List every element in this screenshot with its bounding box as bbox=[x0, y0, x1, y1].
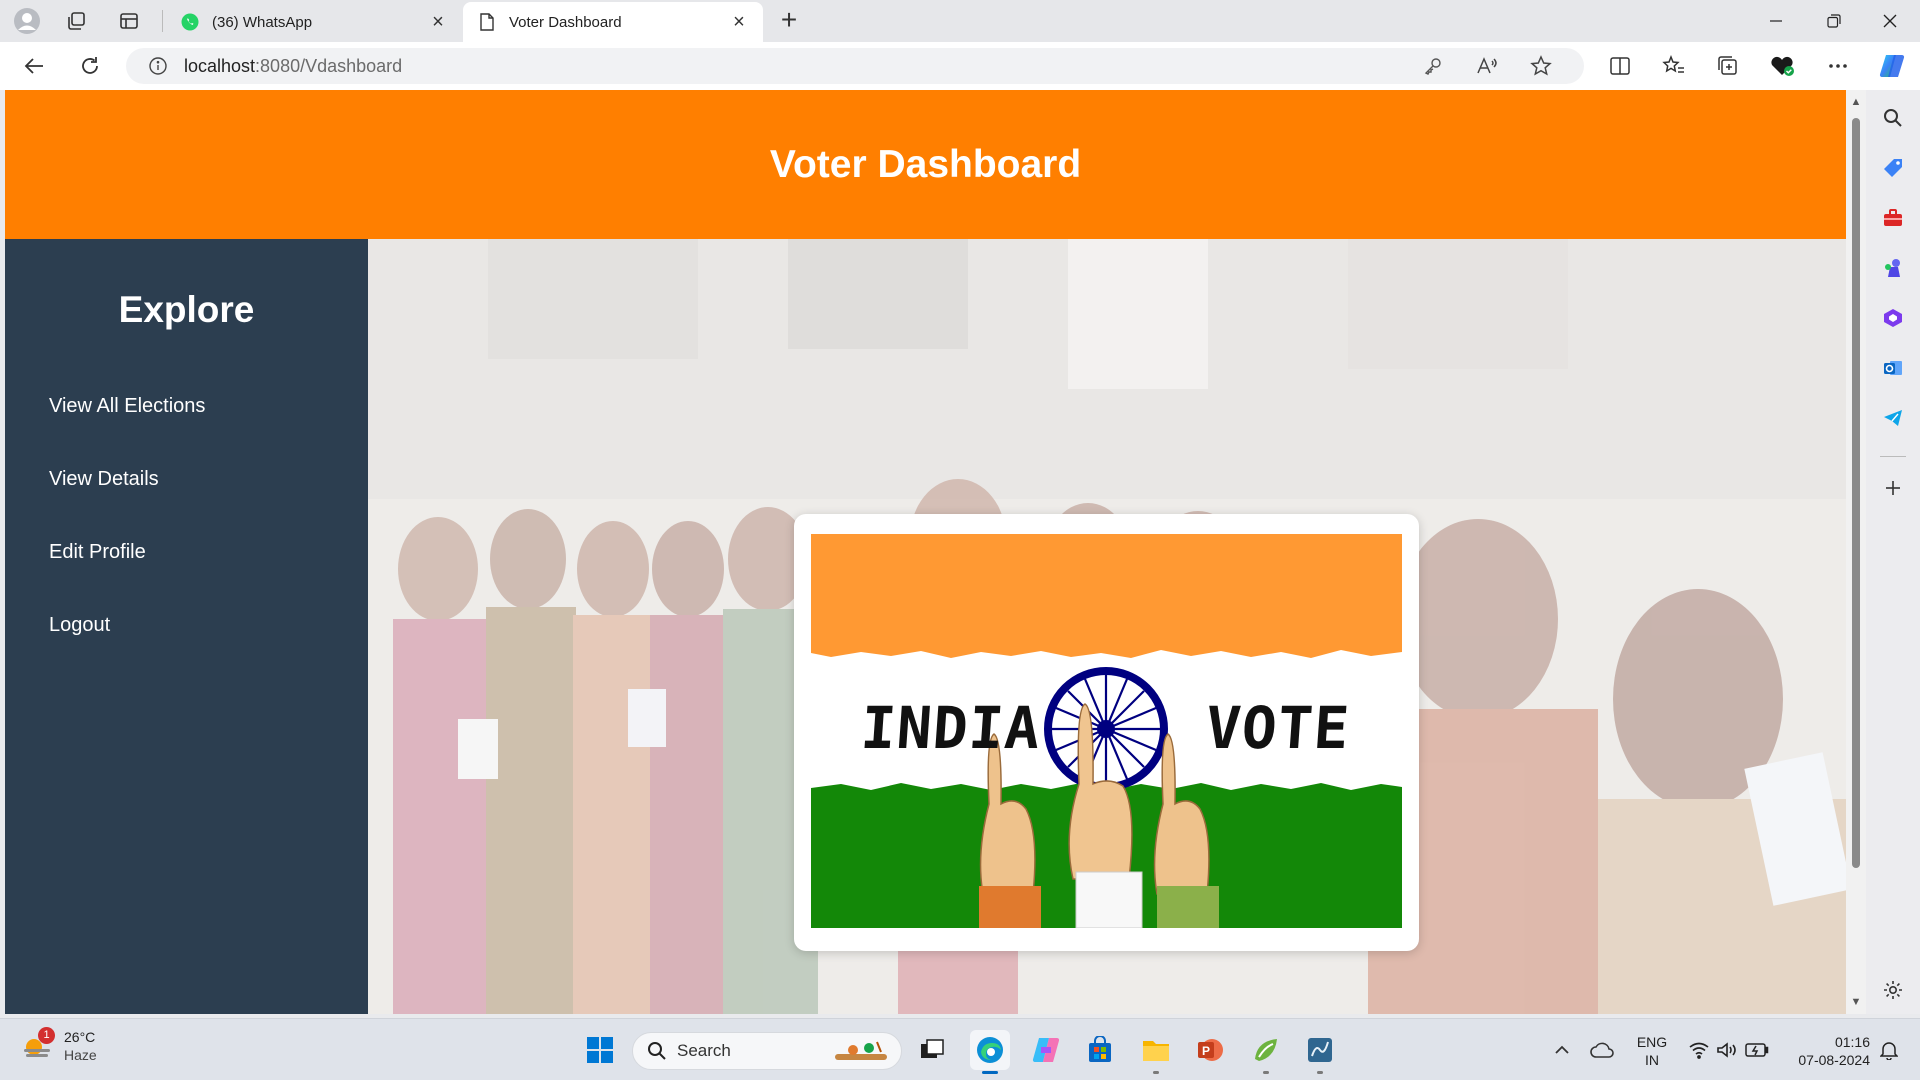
password-key-icon[interactable] bbox=[1418, 52, 1448, 80]
close-window-button[interactable] bbox=[1862, 0, 1918, 42]
workspaces-icon[interactable] bbox=[56, 6, 98, 36]
running-app-indicator bbox=[1263, 1071, 1269, 1074]
browser-toolbar: localhost:8080/Vdashboard bbox=[0, 42, 1920, 90]
address-bar[interactable]: localhost:8080/Vdashboard bbox=[126, 48, 1584, 84]
edge-sidebar bbox=[1866, 90, 1920, 1014]
start-button[interactable] bbox=[580, 1030, 620, 1070]
url-path: :8080/Vdashboard bbox=[255, 55, 403, 76]
tab-divider bbox=[162, 10, 163, 32]
india-vote-image: INDIA VOTE bbox=[811, 534, 1402, 928]
profile-icon[interactable] bbox=[6, 6, 48, 36]
sidebar-link-view-details[interactable]: View Details bbox=[49, 468, 159, 491]
sidebar-link-edit-profile[interactable]: Edit Profile bbox=[49, 541, 146, 564]
refresh-button[interactable] bbox=[74, 51, 106, 81]
close-tab-icon[interactable]: × bbox=[428, 11, 448, 34]
telegram-send-icon[interactable] bbox=[1879, 404, 1907, 432]
onedrive-cloud-icon[interactable] bbox=[1584, 1030, 1620, 1070]
weather-icon: 1 bbox=[20, 1027, 55, 1063]
url-host: localhost bbox=[184, 55, 256, 76]
clock-time: 01:16 bbox=[1834, 1034, 1870, 1050]
running-app-indicator bbox=[1153, 1071, 1159, 1074]
language-code: ENG bbox=[1636, 1034, 1668, 1050]
page-title: Voter Dashboard bbox=[769, 142, 1082, 186]
clock[interactable]: 01:16 07-08-2024 bbox=[1778, 1033, 1870, 1069]
vote-word: VOTE bbox=[1203, 694, 1353, 762]
tab-whatsapp[interactable]: (36) WhatsApp × bbox=[166, 2, 462, 42]
browser-essentials-icon[interactable] bbox=[1766, 51, 1798, 81]
back-button[interactable] bbox=[18, 51, 50, 81]
favorites-icon[interactable] bbox=[1658, 51, 1690, 81]
clock-date: 07-08-2024 bbox=[1798, 1052, 1870, 1068]
restore-button[interactable] bbox=[1806, 0, 1862, 42]
weather-alert-badge: 1 bbox=[38, 1027, 55, 1044]
copilot-taskbar-icon[interactable] bbox=[1026, 1030, 1066, 1070]
close-tab-icon[interactable]: × bbox=[729, 11, 749, 34]
microsoft-store-icon[interactable] bbox=[1080, 1030, 1120, 1070]
input-language-indicator[interactable]: ENG IN bbox=[1632, 1033, 1672, 1069]
sidebar-divider bbox=[1880, 456, 1906, 457]
collections-icon[interactable] bbox=[1712, 51, 1744, 81]
whatsapp-icon bbox=[180, 12, 200, 32]
running-app-indicator bbox=[1317, 1071, 1323, 1074]
search-placeholder: Search bbox=[677, 1041, 731, 1060]
new-tab-button[interactable]: + bbox=[774, 6, 804, 36]
read-aloud-icon[interactable] bbox=[1472, 52, 1502, 80]
region-code: IN bbox=[1645, 1052, 1659, 1068]
spring-tool-suite-icon[interactable] bbox=[1246, 1030, 1286, 1074]
sidebar: Explore View All Elections View Details … bbox=[5, 239, 368, 1014]
tab-title: (36) WhatsApp bbox=[212, 13, 313, 31]
copilot-icon[interactable] bbox=[1876, 51, 1908, 81]
file-explorer-icon[interactable] bbox=[1136, 1030, 1176, 1074]
url-text[interactable]: localhost:8080/Vdashboard bbox=[184, 56, 402, 77]
weather-widget[interactable]: 1 26°C Haze bbox=[20, 1027, 97, 1063]
scroll-up-arrow-icon[interactable]: ▲ bbox=[1850, 96, 1862, 108]
mysql-workbench-icon[interactable] bbox=[1300, 1030, 1340, 1074]
page-header: Voter Dashboard bbox=[5, 90, 1846, 239]
settings-gear-icon[interactable] bbox=[1879, 976, 1907, 1004]
more-options-icon[interactable] bbox=[1822, 51, 1854, 81]
main-content: INDIA VOTE bbox=[368, 239, 1846, 1014]
volume-icon[interactable] bbox=[1712, 1030, 1742, 1070]
shopping-tag-icon[interactable] bbox=[1879, 154, 1907, 182]
scroll-down-arrow-icon[interactable]: ▼ bbox=[1850, 996, 1862, 1008]
sidebar-link-view-all-elections[interactable]: View All Elections bbox=[49, 395, 205, 418]
windows-taskbar: 1 26°C Haze Search P ENG IN 01:16 07-08-… bbox=[0, 1018, 1920, 1080]
india-word: INDIA bbox=[858, 694, 1043, 762]
weather-temperature: 26°C bbox=[64, 1029, 96, 1045]
edge-browser-taskbar-icon[interactable] bbox=[970, 1030, 1010, 1074]
games-icon[interactable] bbox=[1879, 254, 1907, 282]
tab-title: Voter Dashboard bbox=[509, 13, 622, 31]
tab-voter-dashboard[interactable]: Voter Dashboard × bbox=[463, 2, 763, 42]
split-screen-icon[interactable] bbox=[1604, 51, 1636, 81]
vertical-tabs-icon[interactable] bbox=[108, 6, 150, 36]
search-icon bbox=[648, 1042, 666, 1060]
svg-text:P: P bbox=[1202, 1044, 1210, 1058]
sidebar-link-logout[interactable]: Logout bbox=[49, 614, 110, 637]
task-view-icon[interactable] bbox=[912, 1030, 952, 1070]
notification-bell-icon[interactable] bbox=[1874, 1030, 1904, 1070]
page-viewport: Voter Dashboard Explore View All Electio… bbox=[5, 90, 1846, 1014]
battery-icon[interactable] bbox=[1742, 1030, 1772, 1070]
search-icon[interactable] bbox=[1879, 104, 1907, 132]
powerpoint-icon[interactable]: P bbox=[1190, 1030, 1230, 1070]
page-icon bbox=[477, 12, 497, 32]
minimize-button[interactable] bbox=[1748, 0, 1804, 42]
favorite-star-icon[interactable] bbox=[1526, 52, 1556, 80]
weather-description: Haze bbox=[64, 1047, 97, 1063]
tools-briefcase-icon[interactable] bbox=[1879, 204, 1907, 232]
scrollbar-thumb[interactable] bbox=[1852, 118, 1860, 868]
microsoft-365-icon[interactable] bbox=[1879, 304, 1907, 332]
active-app-indicator bbox=[982, 1071, 998, 1074]
sidebar-heading: Explore bbox=[118, 289, 255, 330]
show-hidden-icons-chevron-icon[interactable] bbox=[1550, 1030, 1574, 1070]
taskbar-search-box[interactable]: Search bbox=[632, 1032, 902, 1070]
browser-tab-strip: (36) WhatsApp × Voter Dashboard × + bbox=[0, 0, 1920, 42]
wifi-icon[interactable] bbox=[1684, 1030, 1714, 1070]
india-vote-card: INDIA VOTE bbox=[794, 514, 1419, 951]
search-highlight-icon bbox=[835, 1041, 887, 1060]
page-scrollbar[interactable]: ▲ ▼ bbox=[1846, 90, 1866, 1014]
add-sidebar-app-icon[interactable] bbox=[1879, 474, 1907, 502]
info-icon[interactable] bbox=[146, 54, 170, 78]
outlook-icon[interactable] bbox=[1879, 354, 1907, 382]
